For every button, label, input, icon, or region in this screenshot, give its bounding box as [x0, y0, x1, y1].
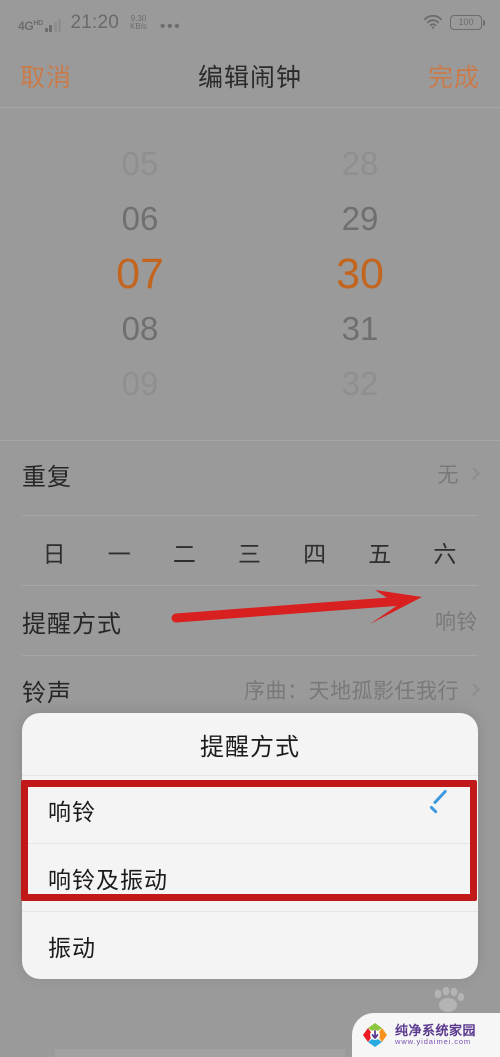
status-bar-clock: 21:20	[70, 11, 119, 33]
bottom-strip	[55, 1049, 345, 1057]
dialog-option-vibrate[interactable]: 振动	[22, 911, 478, 979]
reminder-method-value: 响铃	[435, 611, 478, 634]
repeat-value: 无	[437, 459, 480, 489]
ringtone-value-text: 序曲：天地孤影任我行	[244, 680, 459, 703]
done-button[interactable]: 完成	[428, 58, 480, 94]
hour-option-selected[interactable]: 07	[116, 247, 164, 302]
status-bar: 4GHD 21:20 9.30 KB/s ••• 100	[0, 0, 500, 44]
hour-option[interactable]: 08	[122, 302, 159, 357]
minute-option[interactable]: 28	[342, 137, 379, 192]
repeat-row[interactable]: 重复 无	[0, 441, 500, 507]
hour-wheel[interactable]: 05 06 07 08 09	[0, 108, 250, 440]
minute-option[interactable]: 32	[342, 357, 379, 412]
divider-below-weekdays	[22, 585, 478, 586]
weekday-sat[interactable]: 六	[413, 535, 478, 569]
weekday-fri[interactable]: 五	[348, 535, 413, 569]
hour-option[interactable]: 05	[122, 137, 159, 192]
dialog-option-label: 响铃及振动	[48, 866, 168, 893]
check-icon	[426, 797, 452, 823]
reminder-method-label: 提醒方式	[22, 610, 122, 638]
weekday-thu[interactable]: 四	[283, 535, 348, 569]
page-title: 编辑闹钟	[197, 63, 302, 92]
network-speed-indicator: 9.30 KB/s	[129, 14, 147, 32]
battery-icon: 100	[450, 14, 485, 30]
dialog-option-label: 振动	[48, 934, 96, 961]
battery-level-label: 100	[458, 17, 474, 27]
repeat-value-text: 无	[437, 464, 459, 487]
paw-print-icon	[428, 986, 468, 1012]
network-indicator: 4GHD	[18, 18, 62, 33]
watermark-site-name: 纯净系统家园	[395, 1022, 477, 1038]
ringtone-value: 序曲：天地孤影任我行	[244, 675, 480, 705]
weekday-wed[interactable]: 三	[217, 535, 282, 569]
chevron-right-icon	[467, 467, 480, 480]
navigation-bar: 取消 编辑闹钟 完成	[0, 44, 500, 107]
overflow-dots-icon: •••	[159, 17, 182, 35]
dialog-option-ring-and-vibrate[interactable]: 响铃及振动	[22, 843, 478, 911]
watermark-text: 纯净系统家园 www.yidaimei.com	[395, 1022, 477, 1047]
watermark-logo-icon	[362, 1022, 388, 1048]
minute-wheel[interactable]: 28 29 30 31 32	[250, 108, 500, 440]
weekday-mon[interactable]: 一	[87, 535, 152, 569]
divider-below-repeat	[22, 515, 478, 516]
hour-option[interactable]: 06	[122, 192, 159, 247]
dialog-title: 提醒方式	[200, 733, 300, 761]
hour-option[interactable]: 09	[122, 357, 159, 412]
minute-option-selected[interactable]: 30	[336, 247, 384, 302]
divider-below-reminder	[22, 655, 478, 656]
status-bar-right: 100	[424, 14, 485, 30]
time-picker[interactable]: 05 06 07 08 09 28 29 30 31 32	[0, 108, 500, 440]
reminder-method-row[interactable]: 提醒方式 响铃	[0, 588, 500, 654]
chevron-right-icon	[467, 683, 480, 696]
dialog-option-ring[interactable]: 响铃	[22, 775, 478, 843]
network-type-label: 4GHD	[18, 18, 43, 33]
weekday-sun[interactable]: 日	[22, 535, 87, 569]
weekday-selector[interactable]: 日 一 二 三 四 五 六	[0, 521, 500, 583]
minute-option[interactable]: 31	[342, 302, 379, 357]
cancel-button[interactable]: 取消	[20, 58, 72, 94]
alarm-edit-screen: 4GHD 21:20 9.30 KB/s ••• 100 取消 编辑闹钟 完成 …	[0, 0, 500, 1057]
signal-bars-icon	[44, 18, 62, 32]
wifi-icon	[424, 14, 442, 29]
repeat-label: 重复	[22, 463, 72, 491]
status-bar-left: 4GHD 21:20 9.30 KB/s •••	[18, 11, 182, 35]
weekday-tue[interactable]: 二	[152, 535, 217, 569]
watermark-site-url: www.yidaimei.com	[395, 1037, 472, 1047]
dialog-option-label: 响铃	[48, 798, 96, 825]
network-speed-unit: KB/s	[129, 22, 147, 32]
watermark: 纯净系统家园 www.yidaimei.com	[352, 1013, 500, 1057]
ringtone-label: 铃声	[22, 679, 72, 707]
reminder-method-dialog: 提醒方式 响铃 响铃及振动 振动	[22, 713, 478, 979]
minute-option[interactable]: 29	[342, 192, 379, 247]
